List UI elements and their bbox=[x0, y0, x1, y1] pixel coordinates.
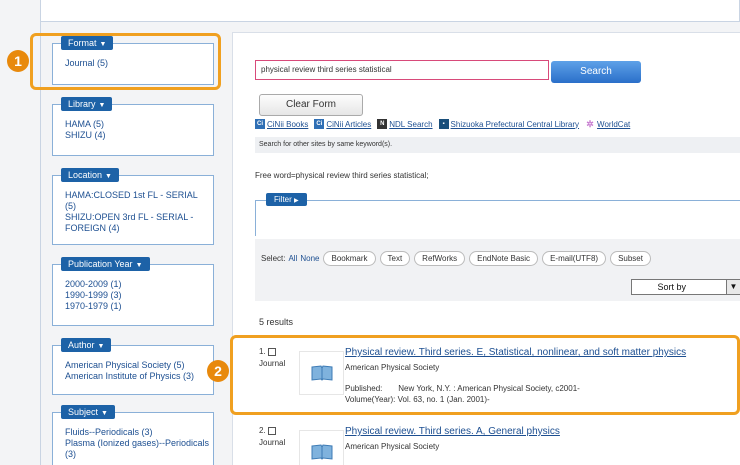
facet-library: Library ▼ HAMA (5) SHIZU (4) bbox=[52, 97, 214, 156]
search-input[interactable]: physical review third series statistical bbox=[255, 60, 549, 80]
filter-toggle[interactable]: Filter ▶ bbox=[266, 193, 307, 206]
facet-subject-toggle[interactable]: Subject ▼ bbox=[61, 405, 115, 419]
facet-link[interactable]: American Physical Society (5) bbox=[65, 360, 213, 371]
facet-link[interactable]: HAMA (5) bbox=[65, 119, 213, 130]
link-ndl-search[interactable]: NDL Search bbox=[389, 120, 432, 129]
caret-down-icon: ▼ bbox=[101, 410, 108, 417]
ndl-icon: N bbox=[377, 119, 388, 129]
filter-box: Filter ▶ bbox=[255, 193, 740, 236]
facet-publication-year-toggle[interactable]: Publication Year ▼ bbox=[61, 257, 150, 271]
cinii-articles-icon: Ci bbox=[314, 119, 325, 129]
facet-link[interactable]: FOREIGN (4) bbox=[65, 223, 213, 234]
dropdown-arrow-icon: ▼ bbox=[726, 280, 740, 294]
facet-author: Author ▼ American Physical Society (5) Am… bbox=[52, 338, 214, 395]
select-label: Select: bbox=[261, 254, 286, 263]
facet-link[interactable]: Fluids--Periodicals (3) bbox=[65, 427, 213, 438]
facet-link[interactable]: (3) bbox=[65, 449, 213, 460]
link-worldcat[interactable]: WorldCat bbox=[597, 120, 630, 129]
bookmark-button[interactable]: Bookmark bbox=[323, 251, 376, 266]
cinii-books-icon: Ci bbox=[255, 119, 265, 129]
sort-select[interactable]: Sort by ▼ bbox=[631, 279, 740, 295]
result-item: 2. Journal Physical review. Third series… bbox=[259, 426, 740, 465]
freeword-summary: Free word=physical review third series s… bbox=[255, 171, 429, 180]
clear-form-button[interactable]: Clear Form bbox=[259, 94, 363, 116]
refworks-button[interactable]: RefWorks bbox=[414, 251, 466, 266]
top-panel bbox=[40, 0, 740, 22]
facet-link[interactable]: American Institute of Physics (3) bbox=[65, 371, 213, 382]
select-none-link[interactable]: None bbox=[300, 254, 319, 263]
facet-author-toggle[interactable]: Author ▼ bbox=[61, 338, 112, 352]
highlight-box-result bbox=[230, 335, 740, 415]
result-publisher: American Physical Society bbox=[345, 442, 440, 451]
result-title-link[interactable]: Physical review. Third series. A, Genera… bbox=[345, 426, 560, 437]
result-type: Journal bbox=[259, 438, 286, 447]
facet-link[interactable]: HAMA:CLOSED 1st FL - SERIAL bbox=[65, 190, 213, 201]
facet-publication-year: Publication Year ▼ 2000-2009 (1) 1990-199… bbox=[52, 257, 214, 326]
facet-link[interactable]: 1970-1979 (1) bbox=[65, 301, 213, 312]
facet-link[interactable]: 1990-1999 (3) bbox=[65, 290, 213, 301]
facet-link[interactable]: (5) bbox=[65, 201, 213, 212]
facet-location: Location ▼ HAMA:CLOSED 1st FL - SERIAL (5… bbox=[52, 168, 214, 245]
result-number: 2. bbox=[259, 426, 266, 435]
caret-down-icon: ▼ bbox=[97, 343, 105, 350]
select-toolbar: Select: All None Bookmark Text RefWorks … bbox=[255, 239, 740, 301]
library-icon: ▪ bbox=[438, 119, 449, 129]
highlight-box-format bbox=[30, 33, 221, 90]
result-checkbox[interactable] bbox=[267, 426, 276, 435]
email-button[interactable]: E-mail(UTF8) bbox=[542, 251, 607, 266]
facet-link[interactable]: Plasma (Ionized gases)--Periodicals bbox=[65, 438, 213, 449]
facet-library-toggle[interactable]: Library ▼ bbox=[61, 97, 113, 111]
select-all-link[interactable]: All bbox=[288, 254, 297, 263]
link-cinii-articles[interactable]: CiNii Articles bbox=[326, 120, 371, 129]
caret-down-icon: ▼ bbox=[98, 102, 106, 109]
search-button[interactable]: Search bbox=[551, 61, 641, 83]
facet-link[interactable]: SHIZU (4) bbox=[65, 130, 213, 141]
caret-right-icon: ▶ bbox=[294, 198, 299, 204]
results-count: 5 results bbox=[259, 317, 294, 327]
worldcat-icon: ✲ bbox=[586, 119, 594, 129]
badge-two: 2 bbox=[207, 360, 229, 382]
external-search-links: Ci CiNii Books Ci CiNii Articles N NDL S… bbox=[255, 119, 636, 129]
facet-link[interactable]: SHIZU:OPEN 3rd FL - SERIAL - bbox=[65, 212, 213, 223]
link-shizuoka-library[interactable]: Shizuoka Prefectural Central Library bbox=[451, 120, 580, 129]
book-icon bbox=[299, 430, 344, 465]
other-sites-note: Search for other sites by same keyword(s… bbox=[255, 137, 740, 153]
endnote-basic-button[interactable]: EndNote Basic bbox=[469, 251, 539, 266]
link-cinii-books[interactable]: CiNii Books bbox=[267, 120, 308, 129]
subset-button[interactable]: Subset bbox=[610, 251, 651, 266]
facet-subject: Subject ▼ Fluids--Periodicals (3) Plasma … bbox=[52, 405, 214, 465]
badge-one: 1 bbox=[7, 50, 29, 72]
text-button[interactable]: Text bbox=[379, 251, 411, 266]
facet-link[interactable]: 2000-2009 (1) bbox=[65, 279, 213, 290]
caret-down-icon: ▼ bbox=[135, 262, 143, 269]
caret-down-icon: ▼ bbox=[105, 173, 112, 180]
facet-location-toggle[interactable]: Location ▼ bbox=[61, 168, 119, 182]
